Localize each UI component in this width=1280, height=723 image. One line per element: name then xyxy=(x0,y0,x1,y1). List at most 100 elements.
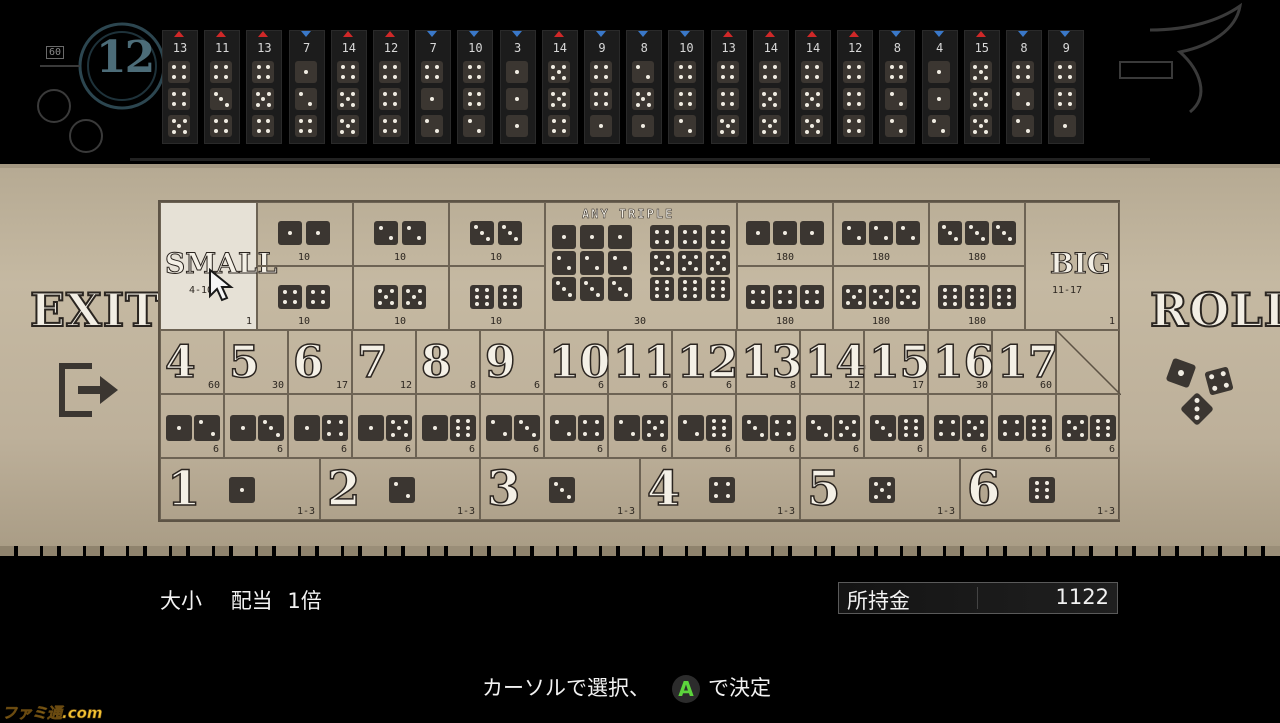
bet-total[interactable]: 6 17 xyxy=(288,330,352,394)
bet-combo[interactable]: 6 xyxy=(864,394,928,458)
bet-combo[interactable]: 6 xyxy=(992,394,1056,458)
bet-total[interactable]: 14 12 xyxy=(800,330,867,394)
bet-total[interactable]: 15 17 xyxy=(864,330,931,394)
triple-odds: 180 xyxy=(776,252,795,263)
bet-combo[interactable]: 6 xyxy=(736,394,800,458)
bet-total[interactable]: 4 60 xyxy=(160,330,224,394)
die-pip xyxy=(177,426,181,430)
bet-combo[interactable]: 6 xyxy=(480,394,544,458)
bet-big[interactable]: BIG 11-17 1 xyxy=(1025,202,1120,330)
bet-double[interactable]: 10 xyxy=(257,202,353,266)
die-pip xyxy=(777,300,782,305)
bet-total[interactable]: 7 12 xyxy=(352,330,416,394)
bet-triple[interactable]: 180 xyxy=(929,266,1025,330)
die-pip xyxy=(750,289,755,294)
die-pip xyxy=(378,301,382,305)
total-odds: 8 xyxy=(469,380,476,391)
die-pip xyxy=(1073,426,1077,430)
bet-single[interactable]: 5 1-3 xyxy=(800,458,960,520)
die-face-5 xyxy=(678,251,702,275)
die-pip xyxy=(1079,432,1084,437)
die-pip xyxy=(693,229,698,234)
bet-single[interactable]: 2 1-3 xyxy=(320,458,480,520)
bet-single[interactable]: 1 1-3 xyxy=(160,458,320,520)
die-face-4 xyxy=(678,225,702,249)
bet-total[interactable]: 12 6 xyxy=(672,330,739,394)
bet-any-triple[interactable]: ANY TRIPLE 30 xyxy=(545,202,737,330)
bet-combo[interactable]: 6 xyxy=(608,394,672,458)
bet-combo[interactable]: 6 xyxy=(1056,394,1120,458)
bet-single[interactable]: 4 1-3 xyxy=(640,458,800,520)
bet-combo[interactable]: 6 xyxy=(928,394,992,458)
bet-total[interactable]: 88 xyxy=(416,330,480,394)
die-pip xyxy=(655,280,660,285)
bet-combo[interactable]: 6 xyxy=(544,394,608,458)
bet-total[interactable]: 13 8 xyxy=(736,330,803,394)
die-pip xyxy=(814,74,819,79)
combo-odds: 6 xyxy=(596,444,603,455)
die-pip xyxy=(351,118,356,123)
die-pip xyxy=(1058,65,1063,70)
die-pip xyxy=(477,128,482,133)
bet-small[interactable]: SMALL 4-10 1 xyxy=(160,202,278,330)
bet-total[interactable]: 17 60 xyxy=(992,330,1059,394)
bet-combo[interactable]: 6 xyxy=(352,394,416,458)
history-die xyxy=(590,88,612,110)
die-pip xyxy=(857,65,862,70)
bet-total[interactable]: 10 6 xyxy=(544,330,611,394)
die-pip xyxy=(514,97,519,101)
dice-icon[interactable] xyxy=(1165,355,1241,427)
bet-total[interactable]: 16 30 xyxy=(928,330,995,394)
bet-double[interactable]: 10 xyxy=(449,202,545,266)
bet-triple[interactable]: 180 xyxy=(737,266,833,330)
die-pip xyxy=(484,295,489,299)
die-pip xyxy=(556,255,561,260)
down-arrow-icon xyxy=(511,31,522,37)
bet-combo[interactable]: 6 xyxy=(416,394,480,458)
die-pip xyxy=(857,92,862,97)
bet-triple[interactable]: 180 xyxy=(833,202,929,266)
die-pip xyxy=(266,74,271,79)
die-pip xyxy=(641,97,646,101)
bet-triple[interactable]: 180 xyxy=(929,202,1025,266)
bet-double[interactable]: 10 xyxy=(449,266,545,330)
bet-combo[interactable]: 6 xyxy=(160,394,224,458)
die-pip xyxy=(1016,92,1021,97)
roll-button[interactable]: ROLL xyxy=(1149,282,1280,338)
die-pip xyxy=(383,101,388,106)
exit-button[interactable]: EXIT xyxy=(29,282,160,338)
bet-combo[interactable]: 6 xyxy=(288,394,352,458)
bet-combo[interactable]: 6 xyxy=(672,394,736,458)
die-face-3 xyxy=(549,477,575,503)
bet-double[interactable]: 10 xyxy=(353,202,449,266)
bet-triple[interactable]: 180 xyxy=(833,266,929,330)
bet-total[interactable]: 5 30 xyxy=(224,330,288,394)
history-die xyxy=(927,88,950,110)
die-pip xyxy=(433,426,437,430)
die-pip xyxy=(906,295,910,299)
die-face-3 xyxy=(938,221,962,245)
history-roll-column: 10 xyxy=(668,30,705,144)
bet-combo[interactable]: 6 xyxy=(224,394,288,458)
die-pip xyxy=(256,65,261,70)
die-face-3 xyxy=(498,221,522,245)
bet-single[interactable]: 3 1-3 xyxy=(480,458,640,520)
bet-total[interactable]: 11 6 xyxy=(608,330,675,394)
bet-single[interactable]: 6 1-3 xyxy=(960,458,1120,520)
single-odds: 1-3 xyxy=(776,506,795,517)
round-counter: 12 xyxy=(96,32,155,83)
bet-combo[interactable]: 6 xyxy=(800,394,864,458)
exit-icon[interactable] xyxy=(56,362,122,418)
payout-value: 1倍 xyxy=(287,589,322,613)
die-pip xyxy=(425,119,430,124)
die-pip xyxy=(514,124,519,128)
bet-double[interactable]: 10 xyxy=(257,266,353,330)
bet-double[interactable]: 10 xyxy=(353,266,449,330)
up-arrow-icon xyxy=(975,31,986,37)
die-pip xyxy=(978,124,983,128)
single-number: 2 xyxy=(326,460,361,518)
bet-total[interactable]: 96 xyxy=(480,330,544,394)
die-pip xyxy=(594,431,599,436)
die-pip xyxy=(688,101,693,106)
bet-triple[interactable]: 180 xyxy=(737,202,833,266)
